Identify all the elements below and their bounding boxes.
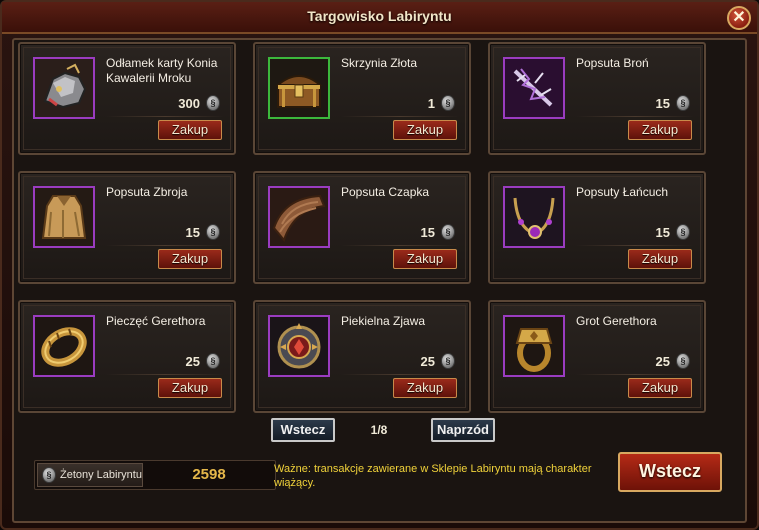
footer: § Żetony Labiryntu 2598 Ważne: transakcj… xyxy=(28,450,731,508)
item-card: Piekielna Zjawa 25 § Zakup xyxy=(253,300,471,413)
item-card: Popsuta Czapka 15 § Zakup xyxy=(253,171,471,284)
item-grid: Odłamek karty Konia Kawalerii Mroku 300 … xyxy=(18,42,706,413)
token-coin-icon: § xyxy=(206,353,220,369)
token-coin-icon: § xyxy=(206,95,220,111)
item-price: 300 xyxy=(178,95,200,111)
buy-button[interactable]: Zakup xyxy=(393,120,457,140)
token-coin-icon: § xyxy=(676,224,690,240)
item-card: Odłamek karty Konia Kawalerii Mroku 300 … xyxy=(18,42,236,155)
item-name: Popsuta Czapka xyxy=(341,185,430,199)
next-page-button[interactable]: Naprzód xyxy=(431,418,495,442)
price-row: 300 § xyxy=(178,94,220,112)
buy-button[interactable]: Zakup xyxy=(158,378,222,398)
token-coin-icon: § xyxy=(676,95,690,111)
treasure-chest-icon[interactable] xyxy=(268,57,330,119)
item-price: 25 xyxy=(420,353,435,369)
item-name: Popsuta Zbroja xyxy=(106,185,188,199)
horse-armor-icon[interactable] xyxy=(33,57,95,119)
item-card: Skrzynia Złota 1 § Zakup xyxy=(253,42,471,155)
token-coin-icon: § xyxy=(441,95,455,111)
item-name: Skrzynia Złota xyxy=(341,56,418,70)
buy-button[interactable]: Zakup xyxy=(628,249,692,269)
price-row: 15 § xyxy=(421,223,455,241)
window-title: Targowisko Labiryntu xyxy=(307,8,452,24)
token-coin-icon: § xyxy=(441,353,455,369)
buy-button[interactable]: Zakup xyxy=(393,249,457,269)
item-name: Odłamek karty Konia Kawalerii Mroku xyxy=(106,56,218,85)
item-card: Popsuta Zbroja 15 § Zakup xyxy=(18,171,236,284)
token-balance: § Żetony Labiryntu 2598 xyxy=(34,460,276,490)
buy-button[interactable]: Zakup xyxy=(158,249,222,269)
hell-emblem-icon[interactable] xyxy=(268,315,330,377)
item-card: Popsuty Łańcuch 15 § Zakup xyxy=(488,171,706,284)
token-coin-icon: § xyxy=(42,467,56,483)
divider xyxy=(576,374,694,375)
token-label-box: § Żetony Labiryntu xyxy=(37,463,143,487)
item-name: Piekielna Zjawa xyxy=(341,314,426,328)
price-row: 15 § xyxy=(656,94,690,112)
item-name: Grot Gerethora xyxy=(576,314,657,328)
item-price: 15 xyxy=(185,224,200,240)
token-label: Żetony Labiryntu xyxy=(60,469,142,481)
token-coin-icon: § xyxy=(206,224,220,240)
cloak-armor-icon[interactable] xyxy=(33,186,95,248)
binding-notice: Ważne: transakcje zawierane w Sklepie La… xyxy=(274,463,592,489)
title-bar: Targowisko Labiryntu ✕ xyxy=(2,2,757,34)
page-indicator: 1/8 xyxy=(370,423,388,437)
prev-page-button[interactable]: Wstecz xyxy=(271,418,335,442)
item-price: 1 xyxy=(427,95,435,111)
pagination: Wstecz 1/8 Naprzód xyxy=(0,418,759,444)
token-value: 2598 xyxy=(192,466,226,483)
price-row: 15 § xyxy=(186,223,220,241)
close-icon[interactable]: ✕ xyxy=(727,6,751,30)
price-row: 25 § xyxy=(186,352,220,370)
divider xyxy=(341,116,459,117)
divider xyxy=(576,245,694,246)
item-price: 15 xyxy=(420,224,435,240)
token-coin-icon: § xyxy=(441,224,455,240)
divider xyxy=(106,245,224,246)
price-row: 1 § xyxy=(428,94,455,112)
back-button[interactable]: Wstecz xyxy=(618,452,722,492)
signet-ring-icon[interactable] xyxy=(503,315,565,377)
buy-button[interactable]: Zakup xyxy=(628,378,692,398)
item-price: 15 xyxy=(655,95,670,111)
price-row: 15 § xyxy=(656,223,690,241)
item-name: Pieczęć Gerethora xyxy=(106,314,206,328)
divider xyxy=(576,116,694,117)
buy-button[interactable]: Zakup xyxy=(158,120,222,140)
item-price: 15 xyxy=(655,224,670,240)
item-card: Grot Gerethora 25 § Zakup xyxy=(488,300,706,413)
price-row: 25 § xyxy=(421,352,455,370)
divider xyxy=(106,374,224,375)
cap-icon[interactable] xyxy=(268,186,330,248)
item-card: Popsuta Broń 15 § Zakup xyxy=(488,42,706,155)
item-name: Popsuta Broń xyxy=(576,56,649,70)
divider xyxy=(341,374,459,375)
item-card: Pieczęć Gerethora 25 § Zakup xyxy=(18,300,236,413)
divider xyxy=(106,116,224,117)
buy-button[interactable]: Zakup xyxy=(628,120,692,140)
divider xyxy=(341,245,459,246)
price-row: 25 § xyxy=(656,352,690,370)
token-coin-icon: § xyxy=(676,353,690,369)
item-name: Popsuty Łańcuch xyxy=(576,185,669,199)
broken-weapon-icon[interactable] xyxy=(503,57,565,119)
item-price: 25 xyxy=(185,353,200,369)
item-price: 25 xyxy=(655,353,670,369)
buy-button[interactable]: Zakup xyxy=(393,378,457,398)
necklace-icon[interactable] xyxy=(503,186,565,248)
gold-ring-icon[interactable] xyxy=(33,315,95,377)
